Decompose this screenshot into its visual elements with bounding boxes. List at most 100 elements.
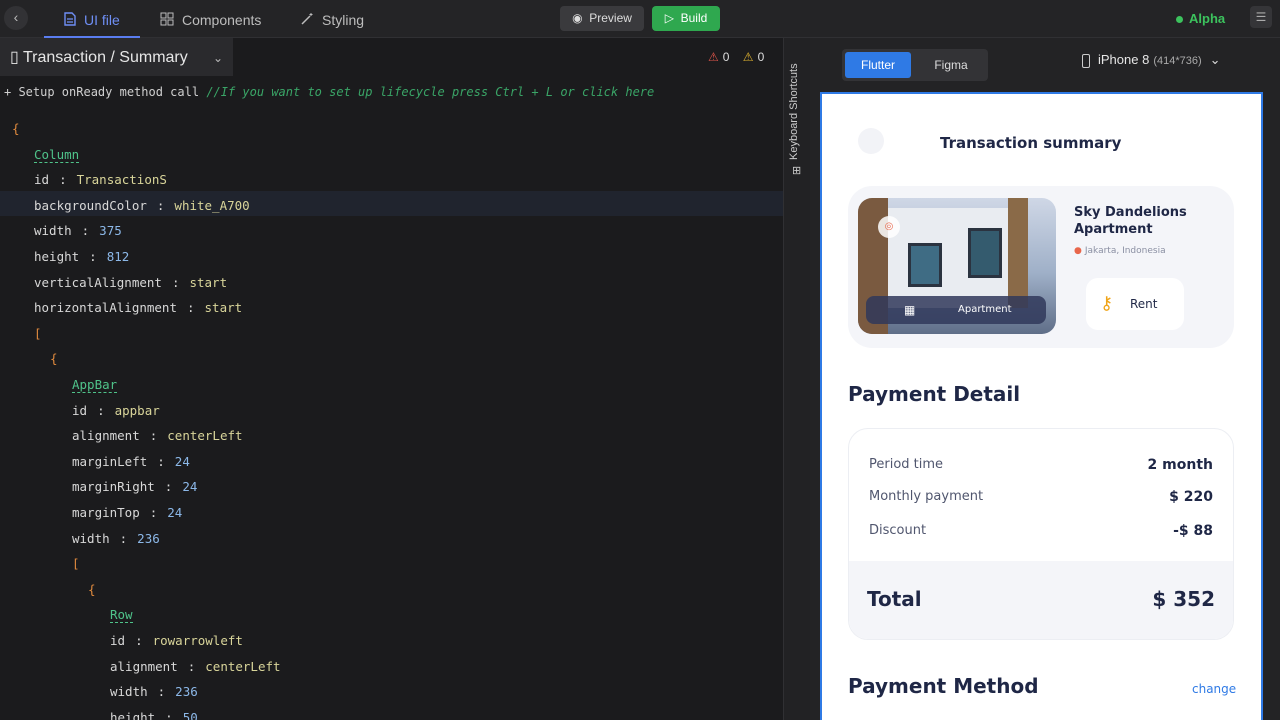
mode-flutter[interactable]: Flutter (845, 52, 911, 78)
code-brace: { (12, 121, 20, 136)
build-label: Build (680, 11, 708, 25)
code-line[interactable]: { (50, 346, 58, 371)
payment-row-value: $ 220 (1169, 489, 1213, 505)
wifi-icon: ◎ (878, 216, 900, 238)
phone-icon (1082, 53, 1090, 68)
keyboard-shortcuts-panel[interactable]: Keyboard Shortcuts ⊞ (783, 38, 810, 720)
code-property-value: start (204, 300, 243, 316)
tab-label: Components (182, 12, 262, 28)
tab-styling[interactable]: Styling (300, 0, 364, 38)
code-brace: { (88, 581, 96, 597)
code-colon: : (187, 658, 196, 674)
code-line[interactable]: alignment: centerLeft (110, 654, 281, 679)
feedback-button[interactable]: ☰ (1250, 6, 1272, 28)
top-toolbar: ‹ UI file Components Styling ◉ Preview ▷… (0, 0, 1280, 38)
phone-back-button[interactable] (858, 128, 884, 154)
code-property-key: width (110, 684, 148, 700)
code-property-value: 375 (99, 223, 122, 239)
code-property-value: centerLeft (167, 428, 243, 444)
code-line[interactable]: height:50 (110, 705, 198, 720)
tab-ui-file[interactable]: UI file (64, 0, 120, 38)
code-line[interactable]: width:236 (72, 526, 160, 551)
device-dims: (414*736) (1153, 55, 1202, 67)
code-line[interactable]: AppBar (72, 372, 118, 397)
code-property-key: alignment (72, 428, 140, 444)
code-widget-type: Column (34, 146, 80, 163)
preview-button[interactable]: ◉ Preview (560, 6, 644, 31)
change-payment-link[interactable]: change (1192, 682, 1236, 696)
code-line[interactable]: [ (34, 321, 42, 346)
building-window (968, 228, 1002, 278)
property-type-bar: ▦ Apartment (866, 296, 1046, 324)
code-line[interactable]: height:812 (34, 244, 129, 269)
code-colon: : (164, 479, 173, 495)
code-property-key: marginRight (72, 479, 155, 495)
preview-pane: Flutter Figma iPhone 8 (414*736) ⌄ Transac… (810, 38, 1280, 720)
payment-method-heading: Payment Method (848, 674, 1039, 698)
problems-indicator[interactable]: ⚠ 0 ⚠ 0 (708, 50, 764, 64)
code-property-value: 50 (182, 709, 198, 720)
code-line[interactable]: width:236 (110, 679, 198, 704)
chevron-left-icon: ‹ (13, 9, 19, 25)
eye-icon: ◉ (572, 11, 583, 25)
code-property-key: id (110, 633, 126, 648)
code-colon: : (156, 197, 165, 213)
property-image: ◎ ▦ Apartment (858, 198, 1056, 334)
app-window: ‹ UI file Components Styling ◉ Preview ▷… (0, 0, 1280, 720)
setup-text: + Setup onReady method call (4, 85, 200, 99)
code-colon: : (149, 505, 158, 520)
code-line[interactable]: marginTop:24 (72, 500, 182, 525)
code-line[interactable]: horizontalAlignment: start (34, 295, 242, 320)
code-line[interactable]: marginLeft:24 (72, 449, 190, 474)
errors-count: 0 (722, 50, 730, 64)
setup-onready-link[interactable]: + Setup onReady method call //If you wan… (4, 85, 654, 99)
code-line[interactable]: verticalAlignment: start (34, 270, 227, 295)
payment-row-label: Period time (869, 457, 944, 472)
code-line[interactable]: alignment: centerLeft (72, 423, 243, 448)
code-line[interactable]: width:375 (34, 218, 122, 243)
code-widget-type: Row (110, 607, 133, 624)
code-bracket: [ (34, 325, 42, 341)
code-property-value: 812 (106, 249, 130, 264)
phone-title: Transaction summary (940, 134, 1122, 152)
code-line[interactable]: Row (110, 602, 133, 627)
code-property-key: verticalAlignment (34, 274, 162, 290)
property-type-label: Apartment (958, 304, 1012, 315)
file-tab[interactable]: ▯ Transaction / Summary ⌄ (0, 38, 233, 76)
device-selector[interactable]: iPhone 8 (414*736) ⌄ (1082, 52, 1221, 68)
code-line[interactable]: { (88, 577, 96, 602)
code-property-value: 236 (137, 530, 160, 546)
mode-figma[interactable]: Figma (918, 52, 984, 78)
code-line[interactable]: backgroundColor: white_A700 (34, 193, 250, 218)
code-line[interactable]: marginRight:24 (72, 474, 197, 499)
build-button[interactable]: ▷ Build (652, 6, 720, 31)
payment-detail-card: Period time 2 month Monthly payment $ 22… (848, 428, 1234, 640)
status-badge: Alpha (1176, 11, 1225, 26)
code-line[interactable]: [ (72, 551, 80, 576)
payment-detail-heading: Payment Detail (848, 382, 1021, 406)
tab-label: UI file (84, 12, 120, 28)
code-line[interactable]: id: appbar (72, 398, 160, 423)
property-card[interactable]: ◎ ▦ Apartment Sky Dandelions Apartment ●… (848, 186, 1234, 348)
code-line[interactable]: id: rowarrowleft (110, 628, 243, 653)
tab-components[interactable]: Components (160, 0, 261, 38)
payment-row: Discount -$ 88 (869, 523, 1213, 539)
code-line[interactable]: { (12, 116, 20, 141)
grid-icon (160, 1, 174, 41)
code-line[interactable]: Column (34, 142, 80, 167)
code-property-key: horizontalAlignment (34, 300, 177, 316)
warnings-count: 0 (757, 50, 765, 64)
code-property-value: centerLeft (205, 658, 281, 674)
keyboard-shortcuts-label: Keyboard Shortcuts (788, 63, 800, 160)
back-button[interactable]: ‹ (4, 6, 28, 30)
preview-label: Preview (589, 11, 632, 25)
mobile-icon: ▯ (10, 49, 19, 66)
building-wood-panel (1008, 198, 1028, 308)
chevron-down-icon[interactable]: ⌄ (213, 38, 223, 78)
code-line[interactable]: id: TransactionS (34, 167, 167, 192)
payment-row-value: 2 month (1147, 457, 1213, 473)
key-icon: ⚷ (1100, 293, 1114, 314)
code-property-value: TransactionS (76, 172, 167, 188)
preview-mode-toggle: Flutter Figma (842, 49, 988, 81)
status-dot-icon (1176, 16, 1183, 24)
